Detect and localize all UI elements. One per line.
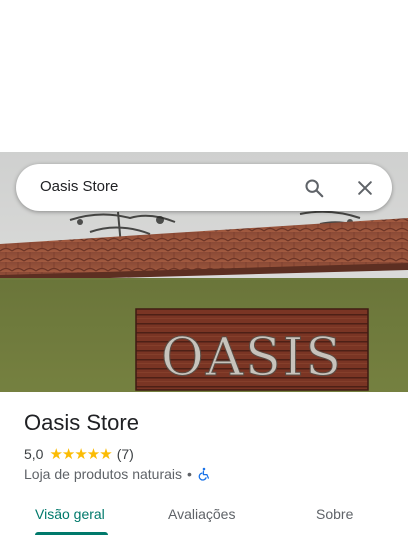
tab-overview[interactable]: Visão geral [35,506,105,522]
place-category[interactable]: Loja de produtos naturais [24,466,182,482]
place-info-panel: Oasis Store 5,0 ★★★★★ (7) Loja de produt… [0,392,408,544]
active-tab-indicator [35,532,108,535]
blank-area [0,0,408,152]
rating-row[interactable]: 5,0 ★★★★★ (7) [24,445,134,463]
separator-dot: • [187,466,192,482]
store-sign: OASIS [161,328,343,388]
search-input[interactable]: Oasis Store [40,178,118,195]
category-row: Loja de produtos naturais • [24,466,211,482]
tab-reviews[interactable]: Avaliações [168,506,235,522]
close-icon [358,181,372,195]
search-button[interactable] [298,172,330,204]
rating-value: 5,0 [24,446,44,462]
search-icon [305,179,324,198]
search-bar[interactable]: Oasis Store [16,164,392,211]
rating-stars: ★★★★★ [49,446,112,463]
place-title: Oasis Store [24,410,139,435]
tab-about[interactable]: Sobre [316,506,353,522]
review-count[interactable]: (7) [117,446,134,462]
wheelchair-icon[interactable] [197,467,211,481]
close-button[interactable] [349,172,381,204]
